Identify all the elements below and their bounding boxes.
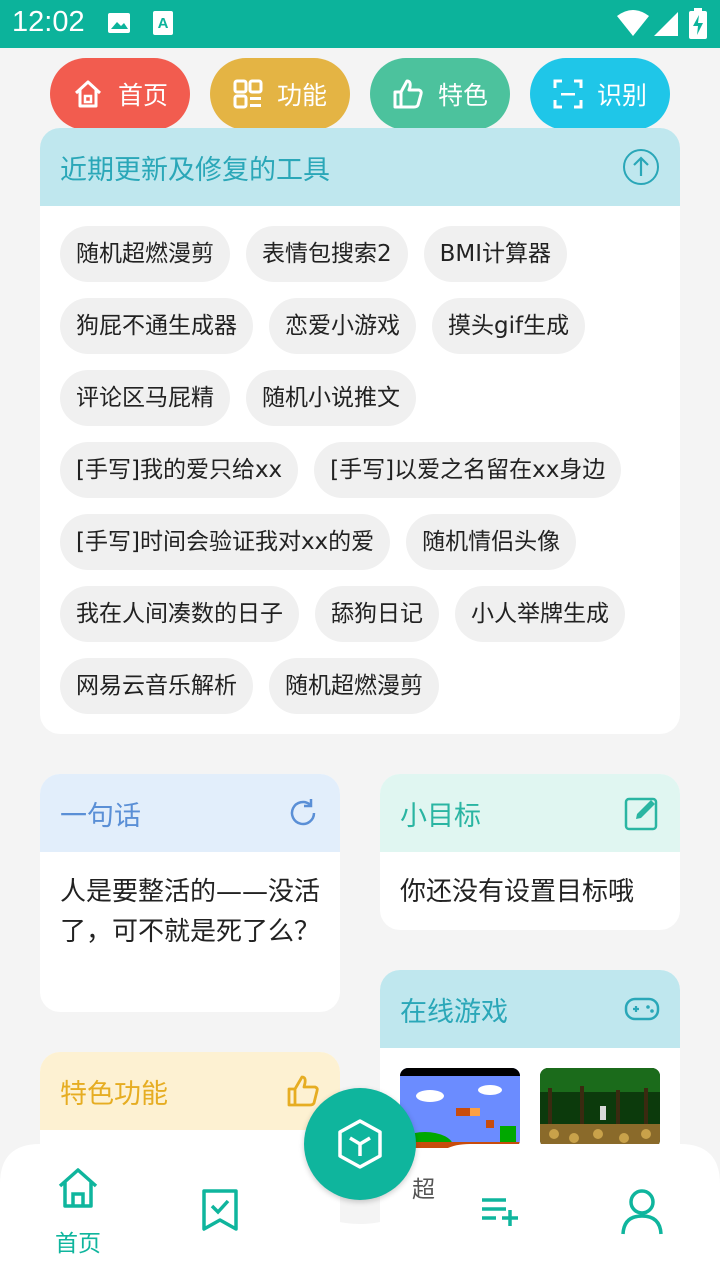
nav-playlist[interactable] [478, 1196, 526, 1226]
feature-title: 特色功能 [60, 1078, 168, 1110]
thumbs-up-icon[interactable] [286, 1074, 320, 1108]
tool-tag[interactable]: [手写]我的爱只给xx [60, 442, 299, 498]
games-header: 在线游戏 [380, 970, 680, 1048]
tool-tag[interactable]: 网易云音乐解析 [60, 658, 253, 714]
tool-tag[interactable]: 随机超燃漫剪 [60, 226, 230, 282]
grid-icon [233, 79, 263, 109]
gamepad-icon[interactable] [624, 995, 660, 1023]
nav-home-label: 首页 [55, 1231, 101, 1257]
cube-icon [338, 1119, 382, 1169]
tool-tag[interactable]: 评论区马屁精 [60, 370, 230, 426]
tool-tag[interactable]: 随机情侣头像 [406, 514, 577, 570]
tool-tag[interactable]: 小人举牌生成 [455, 586, 625, 642]
collapse-up-icon[interactable] [622, 148, 660, 186]
tool-tag[interactable]: 舔狗日记 [315, 586, 439, 642]
sentence-title: 一句话 [60, 800, 141, 832]
tool-tag[interactable]: BMI计算器 [423, 226, 568, 282]
goal-text: 你还没有设置目标哦 [400, 877, 635, 907]
goal-card: 小目标 你还没有设置目标哦 [380, 774, 680, 930]
battery-charging-icon [689, 8, 707, 39]
playlist-add-icon [482, 1198, 518, 1226]
tool-tag[interactable]: 我在人间凑数的日子 [60, 586, 299, 642]
tab-functions-label: 功能 [276, 81, 327, 110]
tab-recognize[interactable]: 识别 [530, 58, 670, 130]
feature-header: 特色功能 [40, 1052, 340, 1130]
game-thumbnail-mario[interactable] [400, 1068, 520, 1148]
tab-home-label: 首页 [117, 81, 168, 110]
goal-title: 小目标 [400, 800, 481, 832]
tool-tag[interactable]: 恋爱小游戏 [269, 298, 416, 354]
game-title-partial: 超 [412, 1177, 435, 1203]
cell-signal-icon [654, 12, 678, 36]
recent-tools-header: 近期更新及修复的工具 [40, 128, 680, 206]
home-icon [74, 80, 101, 108]
game-thumbnail-contra[interactable] [540, 1068, 660, 1148]
nav-bookmarks[interactable] [196, 1188, 244, 1232]
recent-tools-title: 近期更新及修复的工具 [60, 154, 330, 186]
tab-featured[interactable]: 特色 [370, 58, 510, 130]
home-icon [58, 1168, 98, 1208]
goal-header: 小目标 [380, 774, 680, 852]
edit-icon[interactable] [624, 795, 660, 831]
games-title: 在线游戏 [400, 996, 508, 1028]
tab-recognize-label: 识别 [596, 81, 647, 110]
bookmark-check-icon [202, 1189, 238, 1231]
tab-featured-label: 特色 [437, 81, 488, 110]
svg-text:A: A [158, 15, 169, 32]
tool-tag[interactable]: [手写]以爱之名留在xx身边 [314, 442, 622, 498]
nav-profile[interactable] [618, 1188, 666, 1236]
sentence-card: 一句话 人是要整活的——没活了，可不就是死了么？ [40, 774, 340, 1012]
tool-tag[interactable]: 随机超燃漫剪 [269, 658, 439, 714]
scan-icon [553, 79, 583, 109]
tool-tag[interactable]: 随机小说推文 [246, 370, 416, 426]
nav-home[interactable]: 首页 [40, 1166, 116, 1258]
center-fab-button[interactable] [304, 1088, 416, 1200]
sentence-header: 一句话 [40, 774, 340, 852]
sentence-text: 人是要整活的——没活了，可不就是死了么？ [60, 877, 321, 947]
tool-tag[interactable]: 摸头gif生成 [432, 298, 586, 354]
wifi-icon [617, 10, 649, 36]
tool-tag[interactable]: 表情包搜索2 [246, 226, 408, 282]
image-icon [108, 13, 130, 33]
user-icon [621, 1189, 663, 1235]
tool-tag-list: 随机超燃漫剪 表情包搜索2 BMI计算器 狗屁不通生成器 恋爱小游戏 摸头gif… [40, 206, 680, 714]
text-notification-icon: A [153, 11, 173, 35]
tab-functions[interactable]: 功能 [210, 58, 350, 130]
thumbs-up-icon [393, 79, 423, 109]
recent-tools-card: 近期更新及修复的工具 随机超燃漫剪 表情包搜索2 BMI计算器 狗屁不通生成器 … [40, 128, 680, 734]
status-bar: 12:02 A [0, 0, 720, 48]
tool-tag[interactable]: [手写]时间会验证我对xx的爱 [60, 514, 391, 570]
refresh-icon[interactable] [286, 796, 320, 830]
tab-home[interactable]: 首页 [50, 58, 190, 130]
tool-tag[interactable]: 狗屁不通生成器 [60, 298, 253, 354]
status-time: 12:02 [12, 6, 85, 38]
